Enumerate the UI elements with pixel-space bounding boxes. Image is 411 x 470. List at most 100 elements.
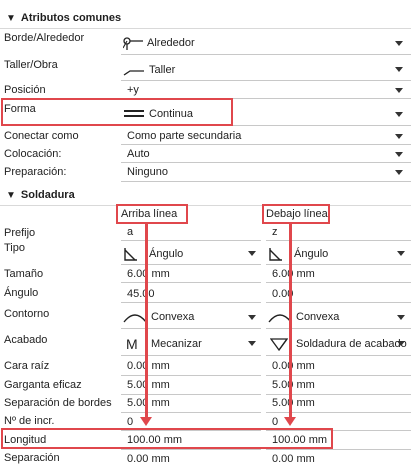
chevron-down-icon[interactable]	[397, 341, 405, 346]
border-label: Borde/Alrededor	[4, 32, 85, 44]
divider	[121, 144, 411, 145]
prefix-above-value: a	[127, 226, 134, 238]
type-above-dropdown[interactable]: Ángulo	[121, 244, 261, 264]
fillet-weld-icon	[269, 248, 282, 261]
separation-above-input[interactable]: 0.00 mm	[121, 451, 261, 467]
angle-label: Ángulo	[4, 287, 39, 299]
size-below-value: 6.00 mm	[272, 268, 315, 280]
separation-below-input[interactable]: 0.00 mm	[266, 451, 411, 467]
increments-label: Nº de incr.	[4, 415, 55, 427]
edge-separation-below-input[interactable]: 5.00 mm	[266, 395, 411, 411]
type-below-dropdown[interactable]: Ángulo	[266, 244, 411, 264]
root-face-below-value: 0.00 mm	[272, 360, 315, 372]
prefix-above-input[interactable]: a	[121, 224, 261, 240]
divider	[266, 328, 411, 329]
throat-label: Garganta eficaz	[4, 379, 82, 391]
prefix-below-value: z	[272, 226, 278, 238]
chevron-down-icon[interactable]	[395, 67, 403, 72]
around-weld-icon	[123, 37, 143, 50]
position-label: Posición	[4, 84, 46, 96]
section-common-title: Atributos comunes	[20, 12, 122, 24]
size-below-input[interactable]: 6.00 mm	[266, 266, 411, 282]
angle-above-input[interactable]: 45.00	[121, 286, 261, 302]
border-dropdown[interactable]: Alrededor	[121, 34, 411, 52]
prefix-label: Prefijo	[4, 227, 36, 239]
divider	[266, 355, 411, 356]
divider	[266, 302, 411, 303]
throat-above-input[interactable]: 5.00 mm	[121, 377, 261, 393]
fillet-weld-icon	[124, 248, 137, 261]
throat-below-input[interactable]: 5.00 mm	[266, 377, 411, 393]
increments-below-value: 0	[272, 416, 279, 428]
chevron-down-icon[interactable]	[395, 152, 403, 157]
edge-separation-label: Separación de bordes	[4, 397, 112, 409]
edge-separation-above-value: 5.00 mm	[127, 397, 170, 409]
chevron-down-icon[interactable]	[248, 341, 256, 346]
angle-below-input[interactable]: 0.00	[266, 286, 411, 302]
workshop-weld-icon	[123, 70, 144, 76]
arrow-down-icon	[284, 417, 296, 426]
border-value: Alrededor	[147, 37, 195, 49]
finish-above-value: Mecanizar	[151, 338, 202, 350]
highlight-below-line-header	[262, 204, 330, 224]
connect-label: Conectar como	[4, 130, 79, 142]
size-above-input[interactable]: 6.00 mm	[121, 266, 261, 282]
position-dropdown[interactable]: +y	[121, 83, 411, 97]
size-label: Tamaño	[4, 268, 44, 280]
finish-label: Acabado	[4, 334, 48, 346]
divider	[121, 282, 261, 283]
chevron-down-icon[interactable]	[395, 112, 403, 117]
separation-label: Separación	[4, 452, 60, 464]
chevron-down-icon[interactable]	[248, 251, 256, 256]
chevron-down-icon[interactable]	[395, 88, 403, 93]
highlight-shape-row	[1, 98, 233, 126]
separation-above-value: 0.00 mm	[127, 453, 170, 465]
connect-dropdown[interactable]: Como parte secundaria	[121, 128, 411, 144]
angle-above-value: 45.00	[127, 288, 155, 300]
preparation-label: Preparación:	[4, 166, 67, 178]
triangle-down-icon: ▼	[6, 12, 16, 24]
chevron-down-icon[interactable]	[397, 315, 405, 320]
divider	[121, 181, 411, 182]
size-above-value: 6.00 mm	[127, 268, 170, 280]
separation-below-value: 0.00 mm	[272, 453, 315, 465]
divider	[266, 282, 411, 283]
section-common-header[interactable]: ▼ Atributos comunes	[0, 8, 411, 28]
divider	[0, 28, 411, 29]
preparation-value: Ninguno	[127, 166, 168, 178]
divider	[121, 412, 261, 413]
chevron-down-icon[interactable]	[395, 41, 403, 46]
workshop-dropdown[interactable]: Taller	[121, 61, 411, 79]
root-face-above-value: 0.00 mm	[127, 360, 170, 372]
divider	[0, 205, 411, 206]
section-weld-title: Soldadura	[20, 189, 75, 201]
chevron-down-icon[interactable]	[395, 134, 403, 139]
divider	[121, 80, 411, 81]
root-face-below-input[interactable]: 0.00 mm	[266, 358, 411, 374]
contour-above-value: Convexa	[151, 311, 195, 323]
workshop-value: Taller	[149, 64, 176, 76]
divider	[266, 449, 411, 450]
arrow-above-shaft	[145, 224, 148, 418]
position-value: +y	[127, 84, 139, 96]
divider	[266, 240, 411, 241]
placement-dropdown[interactable]: Auto	[121, 146, 411, 162]
chevron-down-icon[interactable]	[248, 315, 256, 320]
highlight-length-row	[1, 428, 333, 449]
prefix-below-input[interactable]: z	[266, 224, 411, 240]
divider	[266, 264, 411, 265]
edge-separation-above-input[interactable]: 5.00 mm	[121, 395, 261, 411]
type-label: Tipo	[4, 242, 25, 254]
contour-label: Contorno	[4, 308, 50, 320]
divider	[266, 375, 411, 376]
triangle-down-icon: ▼	[6, 189, 16, 201]
finish-above-dropdown[interactable]: Mecanizar	[121, 334, 261, 354]
workshop-label: Taller/Obra	[4, 59, 58, 71]
section-weld-header[interactable]: ▼ Soldadura	[0, 185, 411, 205]
finish-below-value: Soldadura de acabado	[296, 338, 407, 350]
chevron-down-icon[interactable]	[395, 170, 403, 175]
root-face-above-input[interactable]: 0.00 mm	[121, 358, 261, 374]
chevron-down-icon[interactable]	[397, 251, 405, 256]
preparation-dropdown[interactable]: Ninguno	[121, 164, 411, 180]
connect-value: Como parte secundaria	[127, 130, 242, 142]
